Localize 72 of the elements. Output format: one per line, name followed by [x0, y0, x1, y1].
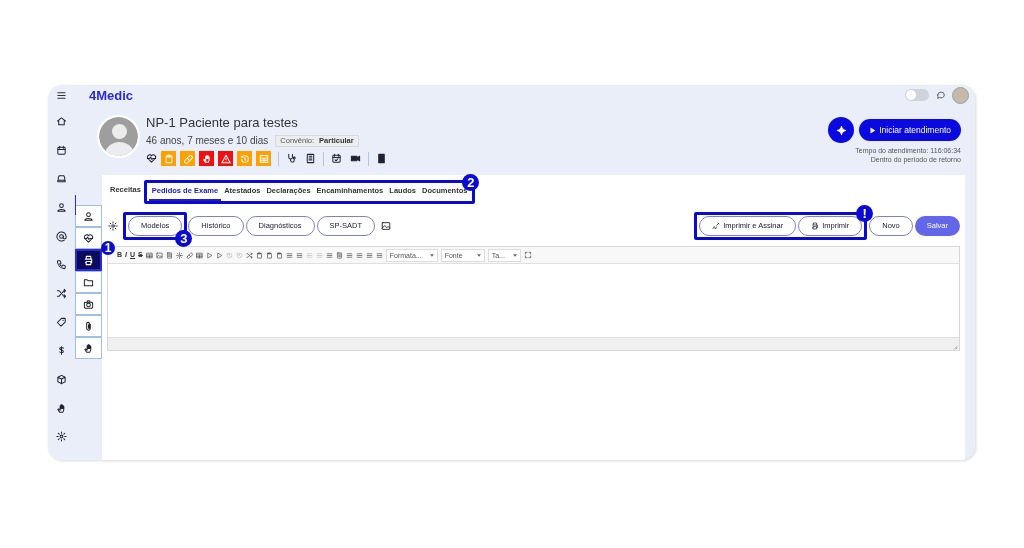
book-icon [376, 153, 387, 164]
chat-icon [936, 90, 946, 100]
stethoscope-icon [286, 153, 297, 164]
person-icon [83, 210, 94, 222]
tag-icon [56, 316, 67, 328]
undo-icon [225, 251, 233, 259]
shuffle-icon [56, 288, 67, 300]
camera-icon [83, 298, 94, 310]
align-right-icon [365, 251, 373, 259]
annotation-marker: ! [856, 205, 874, 222]
caret-icon [476, 253, 481, 257]
settings-icon [108, 221, 118, 231]
horizontal-rule-icon [325, 251, 333, 259]
ai-assistant-button[interactable] [828, 117, 855, 143]
calendar-check-icon [331, 153, 342, 164]
patient-name: NP-1 Paciente para testes [146, 115, 299, 131]
video-camera-icon [350, 153, 361, 164]
heart-pulse-icon [146, 153, 157, 164]
sidebar-tab[interactable] [75, 337, 102, 359]
calendar-icon [56, 144, 67, 156]
sidebar-tab[interactable] [75, 271, 102, 293]
print-icon [811, 222, 820, 230]
signature-icon [712, 222, 721, 230]
heart-pulse-icon [83, 232, 94, 244]
paperclip-icon [83, 320, 94, 332]
resize-handle-icon [952, 344, 958, 350]
sidebar-tab[interactable] [75, 293, 102, 315]
hand-icon [83, 342, 94, 354]
fullscreen-icon [523, 251, 532, 259]
redo-icon [235, 251, 243, 259]
sidebar-tab[interactable] [75, 249, 102, 271]
bulleted-list-icon [285, 251, 293, 259]
copy-icon [255, 251, 263, 259]
folder-icon [83, 276, 94, 288]
image-icon [381, 221, 391, 231]
start-appointment-button[interactable]: Iniciar atendimento [859, 119, 961, 141]
cube-icon [56, 374, 67, 386]
print-icon [83, 254, 94, 266]
align-center-icon [355, 251, 363, 259]
play-icon [869, 126, 877, 134]
sidebar-tab[interactable] [75, 227, 102, 249]
notebook-icon [305, 153, 316, 164]
toggle-switch[interactable] [905, 89, 929, 101]
patient-age: 46 anos, 7 meses e 10 dias [146, 134, 269, 148]
dollar-icon [56, 345, 67, 357]
sparkle-icon [835, 124, 847, 136]
app-logo[interactable]: 4Medic [89, 88, 134, 102]
at-sign-icon [56, 230, 67, 242]
home-icon [56, 116, 67, 127]
hand-icon[interactable] [199, 151, 214, 166]
align-left-icon [345, 251, 353, 259]
sofa-icon [56, 173, 67, 185]
image-icon [155, 251, 163, 259]
numbered-list-icon [295, 251, 303, 259]
hand-icon [56, 402, 67, 414]
paste-text-icon [275, 251, 283, 259]
paste-icon [265, 251, 273, 259]
sidebar-tab[interactable] [75, 315, 102, 337]
avatar-placeholder [97, 115, 140, 158]
indent-icon [315, 251, 323, 259]
caret-icon [429, 253, 434, 257]
clipboard-icon[interactable] [161, 151, 176, 166]
settings-icon [56, 431, 67, 443]
warning-icon[interactable] [218, 151, 233, 166]
menu-icon [56, 89, 67, 101]
table-icon [145, 251, 153, 259]
person-icon [56, 202, 67, 213]
caret-icon [512, 253, 517, 257]
phone-icon [56, 259, 67, 271]
outdent-icon [305, 251, 313, 259]
sidebar-tab[interactable] [75, 205, 102, 227]
justify-icon [375, 251, 383, 259]
